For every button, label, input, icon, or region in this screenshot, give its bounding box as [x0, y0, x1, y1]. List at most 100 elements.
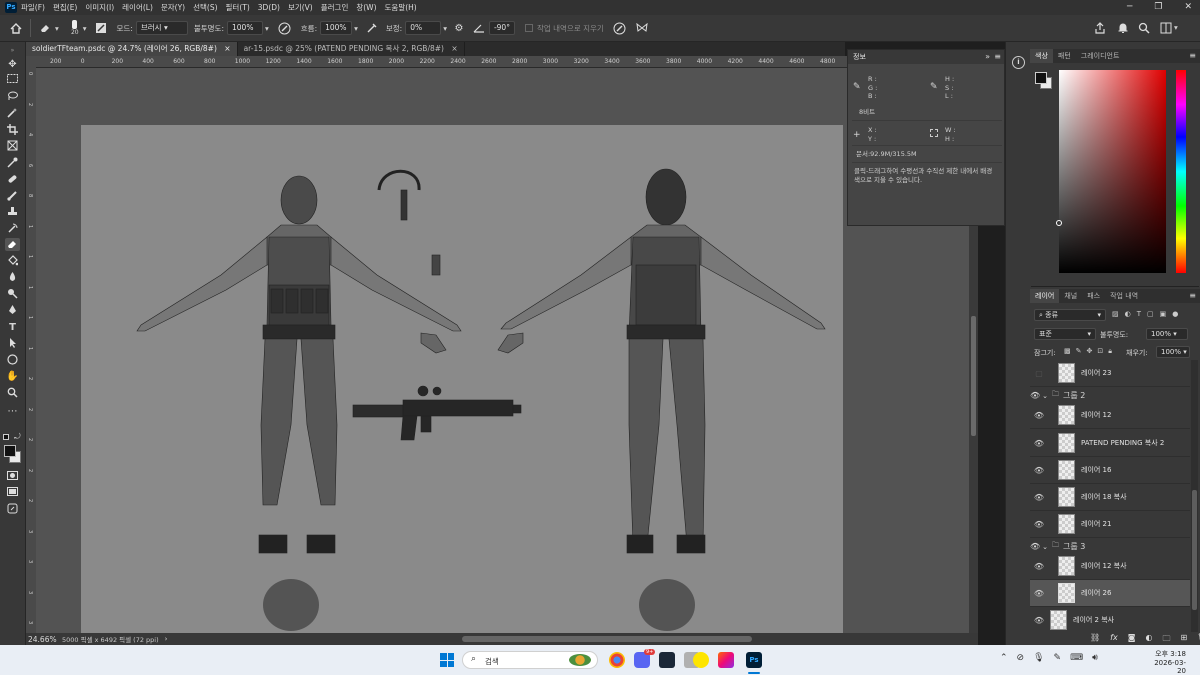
clone-stamp-tool-icon[interactable] — [5, 206, 20, 219]
lock-artboard-icon[interactable]: ⊡ — [1097, 347, 1103, 356]
network-icon[interactable]: ⊘ — [1017, 653, 1025, 663]
quick-mask-icon[interactable] — [5, 471, 20, 484]
lasso-tool-icon[interactable] — [5, 91, 20, 104]
color-fg-swatch[interactable] — [1035, 72, 1047, 84]
steam-icon[interactable] — [659, 652, 675, 668]
eraser-tool-icon[interactable] — [5, 238, 20, 251]
zoom-tool-icon[interactable] — [5, 387, 20, 400]
blur-tool-icon[interactable] — [5, 271, 20, 284]
healing-brush-tool-icon[interactable] — [5, 173, 20, 186]
default-colors-icon[interactable] — [3, 434, 9, 440]
opacity-input[interactable]: 100% — [227, 21, 263, 35]
pen-input-icon[interactable]: ✎ — [1054, 653, 1062, 663]
horizontal-scrollbar[interactable] — [462, 636, 752, 642]
layer-row-12-copy[interactable]: 👁︎ 레이어 12 복사 — [1030, 553, 1190, 580]
foreground-color-swatch[interactable] — [4, 445, 16, 457]
filter-adjustment-icon[interactable]: ◐ — [1125, 310, 1131, 318]
visibility-eye-icon[interactable]: 👁︎ — [1030, 391, 1040, 400]
pressure-size-icon[interactable] — [612, 20, 628, 36]
magic-wand-tool-icon[interactable] — [5, 107, 20, 120]
visibility-eye-icon[interactable]: 👁︎ — [1030, 562, 1048, 571]
menu-3d[interactable]: 3D(D) — [258, 3, 280, 12]
taskbar-clock[interactable]: 오후 3:18 2026-03-20 — [1146, 649, 1186, 675]
paint-bucket-tool-icon[interactable] — [5, 255, 20, 268]
eyedropper-tool-icon[interactable] — [5, 157, 20, 170]
menu-edit[interactable]: 편집(E) — [53, 2, 77, 13]
tab-close-icon[interactable]: × — [224, 44, 230, 53]
layer-filter-select[interactable]: ⌕ 종류 ▾ — [1034, 309, 1106, 321]
menu-image[interactable]: 이미지(I) — [85, 2, 114, 13]
tab-info[interactable]: 정보 — [848, 52, 871, 62]
menu-file[interactable]: 파일(F) — [21, 2, 45, 13]
color-picker-handle[interactable] — [1056, 220, 1062, 226]
visibility-eye-icon[interactable]: 👁︎ — [1030, 466, 1048, 475]
tab-soldier-document[interactable]: soldierTFteam.psdc @ 24.7% (레이어 26, RGB/… — [26, 42, 238, 56]
minimize-button[interactable]: ─ — [1127, 0, 1132, 15]
microphone-icon[interactable]: 🎙︎ — [1033, 653, 1044, 663]
tab-ar15-document[interactable]: ar-15.psdc @ 25% (PATEND PENDING 복사 2, R… — [238, 42, 465, 56]
filter-toggle-icon[interactable]: ● — [1172, 310, 1178, 318]
visibility-toggle-off-icon[interactable]: ▢ — [1030, 369, 1048, 378]
panel-menu-icon[interactable]: ≡ — [994, 52, 1001, 61]
erase-history-checkbox[interactable] — [524, 24, 533, 32]
crop-tool-icon[interactable] — [5, 124, 20, 137]
group-row-3[interactable]: 👁︎ ⌄ 🗀 그룹 3 — [1030, 540, 1190, 553]
layers-scrollbar[interactable] — [1191, 360, 1198, 632]
status-menu-chevron-icon[interactable]: › — [165, 635, 168, 643]
flow-input[interactable]: 100% — [320, 21, 353, 35]
tab-color[interactable]: 색상 — [1030, 49, 1053, 63]
group-expand-chevron-icon[interactable]: ⌄ — [1042, 543, 1048, 551]
hue-slider[interactable] — [1176, 70, 1186, 273]
layer-row-26[interactable]: 👁︎ 레이어 26 — [1030, 580, 1190, 607]
screen-mode-icon[interactable] — [5, 487, 20, 500]
close-window-button[interactable]: ✕ — [1184, 0, 1192, 15]
brush-size-picker[interactable]: 20 — [67, 20, 83, 36]
brush-settings-icon[interactable] — [93, 20, 109, 36]
airbrush-icon[interactable] — [364, 20, 380, 36]
layer-row-23[interactable]: ▢ 레이어 23 — [1030, 360, 1190, 387]
menu-view[interactable]: 보기(V) — [288, 2, 313, 13]
filter-shape-icon[interactable]: ▢ — [1147, 310, 1154, 318]
tab-layers[interactable]: 레이어 — [1030, 289, 1060, 303]
lock-all-icon[interactable]: 🔒︎ — [1108, 347, 1112, 356]
hand-tool-icon[interactable]: ✋ — [5, 370, 20, 383]
menu-help[interactable]: 도움말(H) — [385, 2, 417, 13]
search-icon[interactable] — [1136, 20, 1152, 36]
layers-panel-menu-icon[interactable]: ≡ — [1189, 289, 1196, 303]
layers-scroll-thumb[interactable] — [1192, 490, 1197, 610]
visibility-eye-icon[interactable]: 👁︎ — [1030, 616, 1048, 625]
smoothing-input[interactable]: 0% — [405, 21, 442, 35]
notifications-bell-icon[interactable] — [1115, 20, 1131, 36]
fill-input[interactable]: 100% ▾ — [1156, 346, 1190, 358]
brush-tool-icon[interactable] — [5, 190, 20, 203]
scroll-thumb[interactable] — [971, 316, 976, 436]
tab-history[interactable]: 작업 내역 — [1105, 289, 1143, 303]
more-tools-icon[interactable]: ⋯ — [5, 405, 20, 418]
volume-icon[interactable]: 🔊︎ — [1092, 653, 1098, 663]
layer-row-21[interactable]: 👁︎ 레이어 21 — [1030, 511, 1190, 538]
visibility-eye-icon[interactable]: 👁︎ — [1030, 493, 1048, 502]
pen-tool-icon[interactable] — [5, 304, 20, 317]
photoshop-taskbar-icon[interactable]: Ps — [746, 652, 762, 668]
shape-tool-icon[interactable] — [5, 354, 20, 367]
tab-paths[interactable]: 패스 — [1082, 289, 1105, 303]
share-icon[interactable] — [1092, 20, 1108, 36]
home-icon[interactable] — [8, 20, 24, 36]
tab-pattern[interactable]: 패턴 — [1053, 49, 1076, 63]
layer-row-16[interactable]: 👁︎ 레이어 16 — [1030, 457, 1190, 484]
visibility-eye-icon[interactable]: 👁︎ — [1030, 411, 1048, 420]
export-icon[interactable] — [5, 503, 20, 516]
menu-select[interactable]: 선택(S) — [193, 2, 217, 13]
visibility-eye-icon[interactable]: 👁︎ — [1030, 589, 1048, 598]
layer-opacity-input[interactable]: 100% ▾ — [1146, 328, 1188, 340]
lock-transparent-icon[interactable]: ▩ — [1064, 347, 1071, 356]
marquee-tool-icon[interactable] — [5, 74, 20, 87]
eraser-tool-preset-icon[interactable] — [37, 20, 53, 36]
layer-row-12[interactable]: 👁︎ 레이어 12 — [1030, 402, 1190, 429]
dodge-tool-icon[interactable] — [5, 288, 20, 301]
lock-image-icon[interactable]: ✎ — [1076, 347, 1082, 356]
menu-filter[interactable]: 필터(T) — [226, 2, 250, 13]
group-expand-chevron-icon[interactable]: ⌄ — [1042, 392, 1048, 400]
menu-plugins[interactable]: 플러그인 — [321, 2, 349, 13]
tab-channels[interactable]: 채널 — [1059, 289, 1082, 303]
